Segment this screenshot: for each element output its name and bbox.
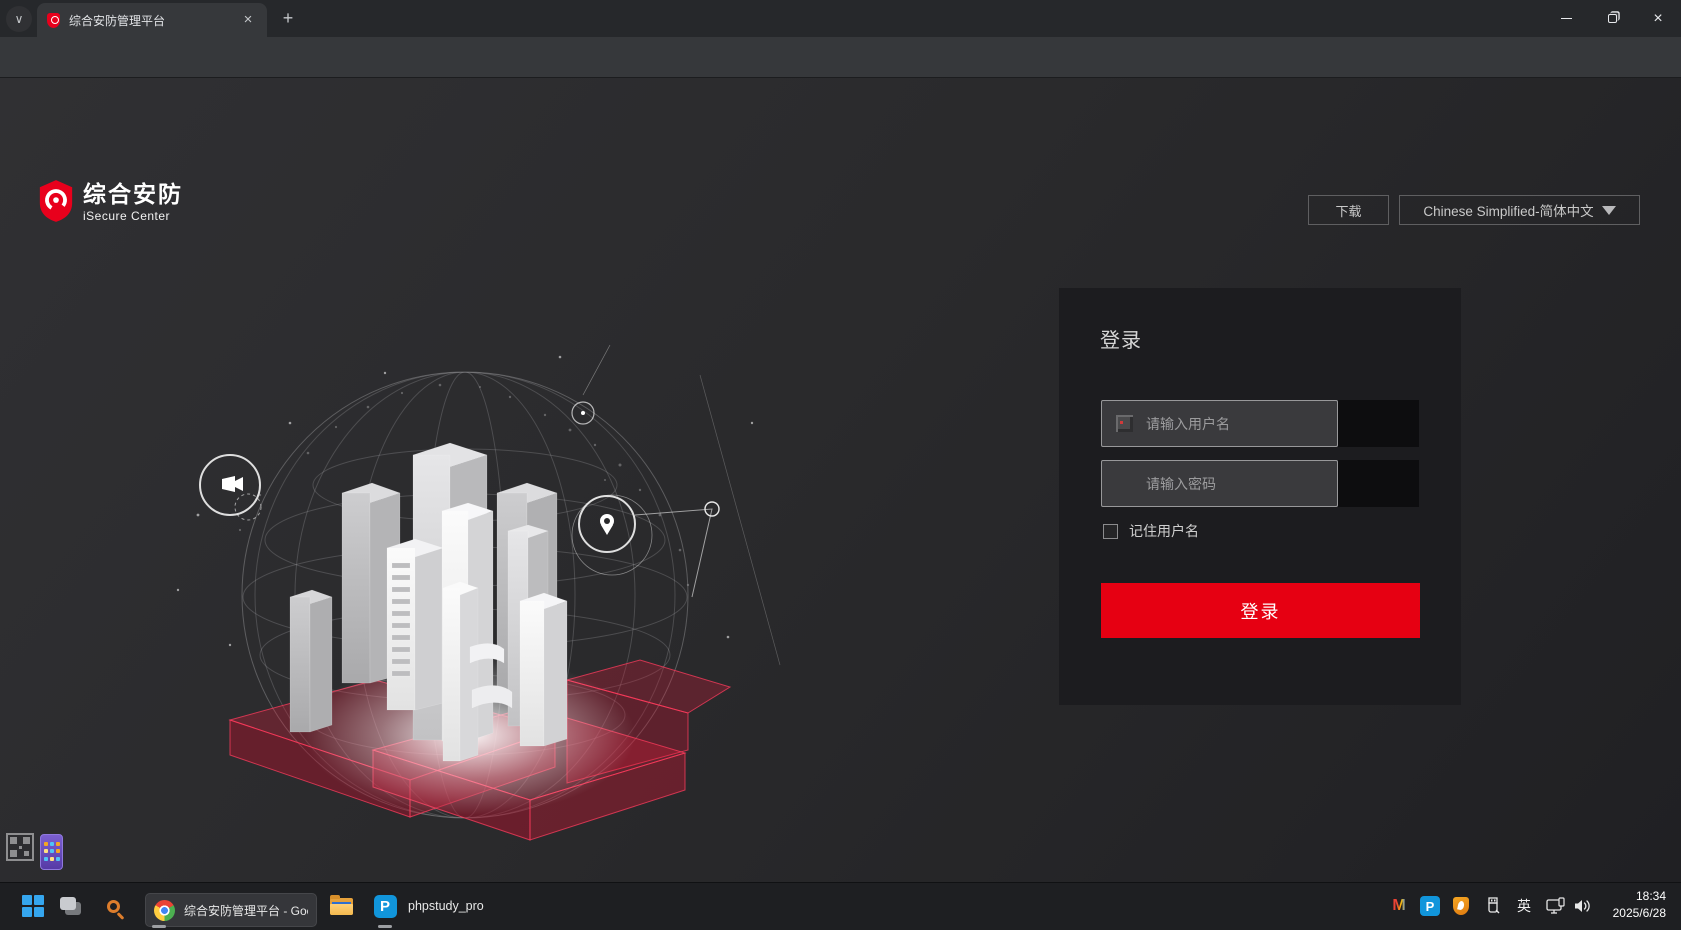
tray-phpstudy-button[interactable]: P [1417, 890, 1443, 922]
network-monitor-icon [1546, 897, 1565, 914]
window-restore-button[interactable] [1589, 0, 1635, 37]
chevron-down-icon [1601, 205, 1616, 215]
clock-time: 18:34 [1635, 889, 1666, 903]
windows-logo-icon [22, 895, 44, 917]
ime-language-label: 英 [1517, 898, 1531, 914]
search-button[interactable] [97, 890, 129, 922]
username-row [1101, 400, 1419, 447]
chrome-running-indicator [152, 925, 166, 928]
mobile-app-icon[interactable] [40, 834, 63, 870]
minimize-icon [1560, 18, 1572, 19]
tray-firewall-button[interactable] [1448, 890, 1474, 922]
username-input[interactable] [1101, 400, 1338, 447]
task-view-button[interactable] [57, 890, 89, 922]
phpstudy-window-label[interactable]: phpstudy_pro [408, 890, 484, 922]
new-tab-button[interactable]: + [276, 7, 300, 31]
tab-active[interactable]: 综合安防管理平台 × [37, 3, 267, 37]
password-row [1101, 460, 1419, 507]
tray-gmail-button[interactable]: M [1386, 890, 1412, 922]
tray-volume-button[interactable] [1570, 890, 1596, 922]
task-view-icon [60, 897, 76, 910]
taskbar-chrome-window-button[interactable]: 综合安防管理平台 - Goc [145, 893, 317, 927]
chrome-window-label: 综合安防管理平台 - Goc [184, 903, 308, 918]
folder-icon [329, 894, 353, 915]
login-submit-button[interactable]: 登录 [1101, 583, 1420, 638]
username-avatar-icon [1116, 415, 1133, 432]
login-page: 综合安防 iSecure Center 下载 Chinese Simplifie… [0, 78, 1681, 882]
tab-favicon-shield-icon [47, 12, 60, 28]
taskbar-clock[interactable]: 18:34 2025/6/28 [1596, 888, 1666, 926]
window-minimize-button[interactable] [1543, 0, 1589, 37]
login-title: 登录 [1100, 330, 1142, 352]
tab-close-icon[interactable]: × [239, 11, 257, 29]
window-close-button[interactable]: × [1635, 0, 1681, 37]
download-button[interactable]: 下载 [1308, 195, 1389, 225]
login-panel: 登录 记住用户名 登录 [1059, 288, 1461, 705]
tray-usb-button[interactable] [1481, 890, 1507, 922]
remember-username-row: 记住用户名 [1103, 521, 1199, 541]
tab-strip: ∨ 综合安防管理平台 × + × [0, 0, 1681, 37]
phpstudy-tray-icon: P [1420, 896, 1440, 916]
file-explorer-button[interactable] [325, 890, 357, 922]
taskbar-phpstudy-button[interactable]: P [369, 890, 401, 922]
username-field-dark-panel [1338, 400, 1419, 447]
site-logo: 综合安防 iSecure Center [37, 178, 183, 224]
city-globe-illustration [176, 344, 781, 841]
browser-window: ∨ 综合安防管理平台 × + × ← → ↻ ⌂ i localhost ☆ %… [0, 0, 1681, 930]
remember-checkbox[interactable] [1103, 523, 1118, 539]
usb-icon [1488, 897, 1500, 914]
gmail-icon: M [1392, 897, 1406, 914]
password-field-dark-panel [1338, 460, 1419, 507]
phpstudy-running-indicator [378, 925, 392, 928]
search-icon [106, 899, 120, 913]
logo-subtitle: iSecure Center [83, 209, 171, 223]
logo-title: 综合安防 [83, 181, 183, 207]
tab-title: 综合安防管理平台 [69, 13, 166, 28]
logo-shield-icon [39, 180, 73, 222]
chrome-icon [154, 899, 175, 921]
tab-search-button[interactable]: ∨ [6, 6, 32, 32]
tray-network-button[interactable] [1543, 890, 1569, 922]
browser-toolbar: ← → ↻ ⌂ i localhost ☆ %2▦3✈oo→▥◆★ ⋮ [0, 37, 1681, 111]
qr-code-icon[interactable] [6, 833, 34, 861]
restore-icon [1607, 14, 1617, 23]
remember-label: 记住用户名 [1129, 523, 1199, 539]
phpstudy-icon: P [373, 894, 397, 918]
language-selector[interactable]: Chinese Simplified-简体中文 [1399, 195, 1640, 225]
language-label: Chinese Simplified-简体中文 [1423, 204, 1594, 219]
clock-date: 2025/6/28 [1612, 906, 1666, 920]
start-button[interactable] [17, 890, 49, 922]
tray-ime-button[interactable]: 英 [1511, 890, 1537, 922]
shield-flame-icon [1453, 897, 1469, 915]
speaker-icon [1574, 900, 1590, 912]
password-input[interactable] [1101, 460, 1338, 507]
